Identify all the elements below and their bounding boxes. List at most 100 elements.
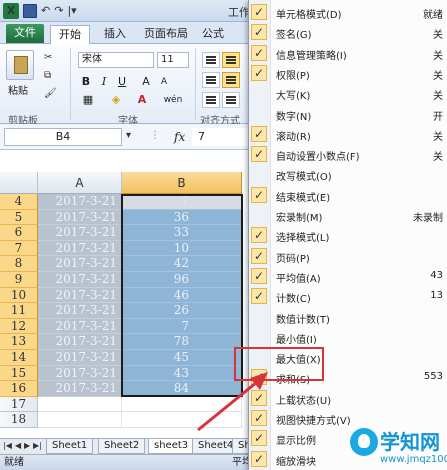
copy-icon[interactable]: ⧉ bbox=[44, 70, 51, 81]
menu-item[interactable]: ✓ 计数(C) 13 bbox=[249, 286, 447, 306]
excel-icon[interactable]: X bbox=[3, 3, 19, 19]
align-center-button[interactable] bbox=[222, 72, 240, 88]
cell-b[interactable]: 10 bbox=[122, 240, 242, 257]
menu-item[interactable]: ✓ 单元格模式(D) 就绪 bbox=[249, 2, 447, 22]
decrease-indent-button[interactable] bbox=[202, 92, 220, 108]
cell-a[interactable]: 2017-3-21 bbox=[38, 381, 122, 397]
menu-item[interactable]: 大写(K) 关 bbox=[249, 83, 447, 103]
font-size-select[interactable]: 11 bbox=[157, 52, 189, 68]
prev-sheet-icon[interactable]: ◀ bbox=[15, 441, 21, 450]
cell-a[interactable]: 2017-3-21 bbox=[38, 365, 122, 382]
cell-a[interactable]: 2017-3-21 bbox=[38, 303, 122, 319]
tab-home[interactable]: 开始 bbox=[50, 25, 90, 44]
row-header[interactable]: 10 bbox=[0, 287, 38, 304]
menu-item[interactable]: ✓ 签名(G) 关 bbox=[249, 22, 447, 42]
cell-b[interactable]: 26 bbox=[122, 303, 242, 319]
row-header[interactable]: 16 bbox=[0, 381, 38, 397]
cell-a[interactable]: 2017-3-21 bbox=[38, 209, 122, 226]
phonetic-button[interactable]: wén bbox=[160, 92, 186, 108]
next-sheet-icon[interactable]: ▶ bbox=[24, 441, 30, 450]
row-header[interactable]: 13 bbox=[0, 334, 38, 350]
cell-b[interactable]: 78 bbox=[122, 334, 242, 350]
name-box[interactable]: B4 bbox=[4, 128, 122, 146]
row-header[interactable]: 11 bbox=[0, 303, 38, 319]
menu-item[interactable]: 宏录制(M) 未录制 bbox=[249, 205, 447, 225]
row-header[interactable]: 5 bbox=[0, 209, 38, 226]
tab-formulas[interactable]: 公式 bbox=[194, 25, 232, 44]
first-sheet-icon[interactable]: |◀ bbox=[3, 441, 12, 450]
row-header[interactable]: 4 bbox=[0, 194, 38, 210]
menu-item[interactable]: 数值计数(T) bbox=[249, 307, 447, 327]
cell-a[interactable]: 2017-3-21 bbox=[38, 194, 122, 210]
cell-b[interactable]: 36 bbox=[122, 209, 242, 226]
formula-input[interactable]: 7 bbox=[192, 128, 252, 146]
name-box-dropdown-icon[interactable]: ▾ bbox=[126, 130, 131, 141]
menu-item[interactable]: 最小值(I) bbox=[249, 327, 447, 347]
menu-item[interactable]: ✓ 信息管理策略(I) 关 bbox=[249, 43, 447, 63]
row-header[interactable]: 6 bbox=[0, 225, 38, 241]
active-cell-b4[interactable]: 7 bbox=[122, 194, 242, 210]
border-icon[interactable]: ▦ bbox=[80, 92, 96, 108]
row-header[interactable]: 17 bbox=[0, 396, 38, 413]
cell-b[interactable]: 7 bbox=[122, 318, 242, 335]
menu-item[interactable]: ✓ 结束模式(E) bbox=[249, 185, 447, 205]
cell-b[interactable] bbox=[122, 412, 242, 428]
cell-b[interactable]: 46 bbox=[122, 287, 242, 304]
menu-item[interactable]: ✓ 平均值(A) 43 bbox=[249, 266, 447, 286]
shrink-font-button[interactable]: A bbox=[156, 74, 172, 90]
fill-color-icon[interactable]: ◈ bbox=[108, 92, 124, 108]
tab-file[interactable]: 文件 bbox=[6, 24, 44, 43]
save-icon[interactable] bbox=[23, 4, 37, 18]
undo-icon[interactable]: ↶ bbox=[41, 3, 50, 19]
cell-b[interactable]: 96 bbox=[122, 271, 242, 288]
format-painter-icon[interactable]: 🖌 bbox=[44, 88, 57, 99]
underline-button[interactable]: U bbox=[114, 74, 130, 90]
cell-a[interactable]: 2017-3-21 bbox=[38, 225, 122, 241]
cell-b[interactable]: 45 bbox=[122, 349, 242, 366]
menu-item[interactable]: ✓ 权限(P) 关 bbox=[249, 63, 447, 83]
insert-function-icon[interactable]: fx bbox=[174, 130, 185, 144]
tab-page-layout[interactable]: 页面布局 bbox=[136, 25, 196, 44]
row-header[interactable]: 12 bbox=[0, 318, 38, 335]
menu-item[interactable]: 数字(N) 开 bbox=[249, 104, 447, 124]
cell-a[interactable]: 2017-3-21 bbox=[38, 287, 122, 304]
align-top-button[interactable] bbox=[202, 52, 220, 68]
cell-a[interactable]: 2017-3-21 bbox=[38, 271, 122, 288]
cell-a[interactable] bbox=[38, 412, 122, 428]
row-header[interactable]: 9 bbox=[0, 271, 38, 288]
row-header[interactable]: 18 bbox=[0, 412, 38, 428]
menu-item[interactable]: ✓ 选择模式(L) bbox=[249, 225, 447, 245]
row-header[interactable]: 7 bbox=[0, 240, 38, 257]
sheet-tab-sheet3[interactable]: sheet3 bbox=[148, 439, 195, 454]
select-all-corner[interactable] bbox=[0, 172, 38, 194]
cell-a[interactable]: 2017-3-21 bbox=[38, 256, 122, 272]
font-name-select[interactable]: 宋体 bbox=[78, 52, 154, 68]
bold-button[interactable]: B bbox=[78, 74, 94, 90]
cell-b[interactable]: 33 bbox=[122, 225, 242, 241]
row-header[interactable]: 14 bbox=[0, 349, 38, 366]
menu-item[interactable]: 改写模式(O) bbox=[249, 164, 447, 184]
paste-button[interactable] bbox=[6, 50, 34, 80]
column-header-b[interactable]: B bbox=[122, 172, 242, 194]
menu-item[interactable]: ✓ 上载状态(U) bbox=[249, 388, 447, 408]
menu-item[interactable]: ✓ 滚动(R) 关 bbox=[249, 124, 447, 144]
sheet-tab-sheet1[interactable]: Sheet1 bbox=[46, 439, 94, 454]
paste-label[interactable]: 粘贴 bbox=[8, 82, 28, 97]
cell-b[interactable]: 43 bbox=[122, 365, 242, 382]
redo-icon[interactable]: ↷ bbox=[54, 3, 63, 19]
menu-item[interactable]: ✓ 页码(P) bbox=[249, 246, 447, 266]
italic-button[interactable]: I bbox=[96, 74, 112, 90]
cell-a[interactable]: 2017-3-21 bbox=[38, 240, 122, 257]
row-header[interactable]: 15 bbox=[0, 365, 38, 382]
align-middle-button[interactable] bbox=[222, 52, 240, 68]
cell-a[interactable]: 2017-3-21 bbox=[38, 318, 122, 335]
tab-insert[interactable]: 插入 bbox=[96, 25, 134, 44]
cell-b[interactable]: 84 bbox=[122, 381, 242, 397]
cut-icon[interactable]: ✂ bbox=[44, 52, 52, 63]
row-header[interactable]: 8 bbox=[0, 256, 38, 272]
grow-font-button[interactable]: A bbox=[138, 74, 154, 90]
cell-a[interactable] bbox=[38, 396, 122, 413]
last-sheet-icon[interactable]: ▶| bbox=[33, 441, 42, 450]
align-left-button[interactable] bbox=[202, 72, 220, 88]
font-color-icon[interactable]: A bbox=[134, 92, 150, 108]
